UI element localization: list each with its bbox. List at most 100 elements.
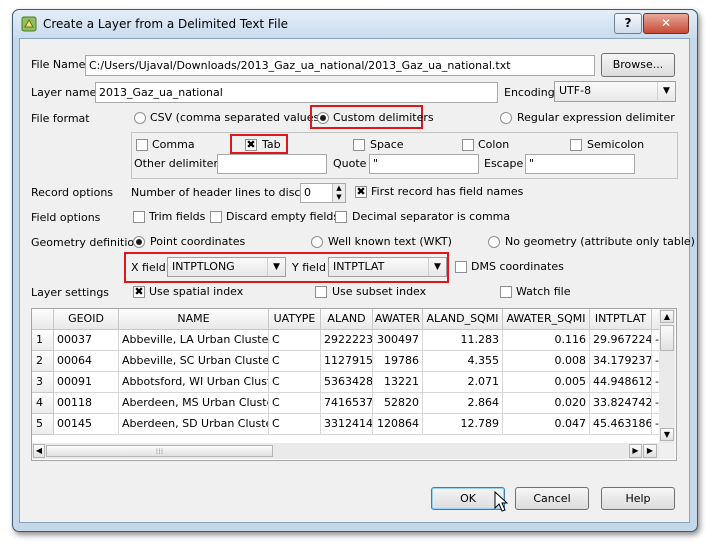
table-cell[interactable]: 4.355 <box>423 351 503 372</box>
table-cell[interactable]: C <box>269 414 321 435</box>
other-delimiters-input[interactable] <box>217 154 327 174</box>
table-cell[interactable]: 5363428 <box>321 372 373 393</box>
column-header[interactable]: ALAND <box>321 309 373 330</box>
table-cell[interactable]: 0.008 <box>503 351 590 372</box>
table-cell[interactable]: 0.020 <box>503 393 590 414</box>
table-cell[interactable]: Aberdeen, SD Urban Cluster <box>119 414 269 435</box>
regex-radio[interactable] <box>500 112 512 124</box>
comma-checkbox[interactable] <box>136 139 148 151</box>
custom-delimiters-radio[interactable] <box>317 112 329 124</box>
table-cell[interactable]: 0.116 <box>503 330 590 351</box>
first-record-checkbox[interactable]: ✖ <box>355 186 367 198</box>
table-cell[interactable]: - <box>652 330 659 351</box>
vertical-scroll-thumb[interactable] <box>660 325 674 351</box>
close-button[interactable]: ✕ <box>643 13 689 34</box>
column-header[interactable]: ALAND_SQMI <box>423 309 503 330</box>
table-cell[interactable]: 11.283 <box>423 330 503 351</box>
point-coordinates-radio[interactable] <box>133 236 145 248</box>
wkt-radio[interactable] <box>311 236 323 248</box>
scroll-down-icon[interactable]: ▼ <box>660 428 674 441</box>
table-cell[interactable]: 11279155 <box>321 351 373 372</box>
table-cell[interactable]: - <box>652 372 659 393</box>
table-cell[interactable]: 44.948612 <box>590 372 652 393</box>
table-cell[interactable]: 120864 <box>373 414 423 435</box>
table-cell[interactable]: 2.071 <box>423 372 503 393</box>
encoding-select[interactable]: UTF-8 ▼ <box>554 81 676 102</box>
trim-fields-checkbox[interactable] <box>133 211 145 223</box>
table-cell[interactable]: Aberdeen, MS Urban Cluster <box>119 393 269 414</box>
column-header[interactable]: AWATER <box>373 309 423 330</box>
table-cell[interactable]: 12.789 <box>423 414 503 435</box>
table-cell[interactable]: 45.463186 <box>590 414 652 435</box>
scroll-left-icon[interactable]: ◀ <box>33 444 45 458</box>
table-cell[interactable]: 33124147 <box>321 414 373 435</box>
title-bar[interactable]: Create a Layer from a Delimited Text Fil… <box>13 10 697 38</box>
table-cell[interactable]: 33.824742 <box>590 393 652 414</box>
table-cell[interactable]: 00091 <box>54 372 119 393</box>
table-cell[interactable]: - <box>652 414 659 435</box>
table-cell[interactable]: - <box>652 393 659 414</box>
cancel-button[interactable]: Cancel <box>515 487 589 510</box>
layer-name-input[interactable]: 2013_Gaz_ua_national <box>95 82 498 103</box>
table-cell[interactable]: 34.179237 <box>590 351 652 372</box>
horizontal-scroll-thumb[interactable]: ⁞⁞⁞ <box>46 445 273 457</box>
table-cell[interactable]: Abbeville, SC Urban Cluster <box>119 351 269 372</box>
table-cell[interactable]: 29.967224 <box>590 330 652 351</box>
help-button[interactable]: Help <box>601 487 675 510</box>
dms-checkbox[interactable] <box>455 261 467 273</box>
escape-input[interactable]: " <box>525 154 635 174</box>
spin-down-icon[interactable]: ▼ <box>332 193 345 202</box>
spatial-index-checkbox[interactable]: ✖ <box>133 286 145 298</box>
column-header[interactable]: NAME <box>119 309 269 330</box>
column-header[interactable]: - <box>652 309 659 330</box>
table-cell[interactable]: 7416537 <box>321 393 373 414</box>
scroll-right-end-icon[interactable]: ▶ <box>643 444 657 458</box>
watch-file-checkbox[interactable] <box>500 286 512 298</box>
table-cell[interactable]: C <box>269 393 321 414</box>
scroll-right-icon[interactable]: ▶ <box>629 444 642 458</box>
tab-checkbox[interactable]: ✖ <box>245 139 257 151</box>
y-field-select[interactable]: INTPTLAT ▼ <box>328 257 447 277</box>
no-geometry-radio[interactable] <box>488 236 500 248</box>
column-header[interactable]: INTPTLAT <box>590 309 652 330</box>
subset-index-checkbox[interactable] <box>315 286 327 298</box>
csv-radio[interactable] <box>134 112 146 124</box>
table-cell[interactable]: C <box>269 330 321 351</box>
table-corner[interactable] <box>32 309 54 330</box>
table-cell[interactable]: 00064 <box>54 351 119 372</box>
table-cell[interactable]: 0.047 <box>503 414 590 435</box>
header-lines-spinbox[interactable]: 0 ▲ ▼ <box>300 183 346 203</box>
table-cell[interactable]: 2.864 <box>423 393 503 414</box>
decimal-comma-checkbox[interactable] <box>335 211 347 223</box>
discard-empty-checkbox[interactable] <box>210 211 222 223</box>
colon-checkbox[interactable] <box>462 139 474 151</box>
x-field-select[interactable]: INTPTLONG ▼ <box>167 257 286 277</box>
table-cell[interactable]: 0.005 <box>503 372 590 393</box>
table-cell[interactable]: C <box>269 372 321 393</box>
help-title-button[interactable]: ? <box>614 13 642 34</box>
spin-up-icon[interactable]: ▲ <box>332 184 345 193</box>
table-cell[interactable]: Abbotsford, WI Urban Cluster <box>119 372 269 393</box>
table-cell[interactable]: 300497 <box>373 330 423 351</box>
vertical-scrollbar[interactable]: ▲ ▼ <box>659 309 675 443</box>
column-header[interactable]: GEOID <box>54 309 119 330</box>
row-header[interactable]: 1 <box>32 330 54 351</box>
table-cell[interactable]: C <box>269 351 321 372</box>
semicolon-checkbox[interactable] <box>570 139 582 151</box>
table-cell[interactable]: - <box>652 351 659 372</box>
row-header[interactable]: 2 <box>32 351 54 372</box>
horizontal-scrollbar[interactable]: ◀ ⁞⁞⁞ ▶ ▶ <box>32 443 659 459</box>
column-header[interactable]: UATYPE <box>269 309 321 330</box>
row-header[interactable]: 4 <box>32 393 54 414</box>
table-cell[interactable]: 29222236 <box>321 330 373 351</box>
row-header[interactable]: 3 <box>32 372 54 393</box>
space-checkbox[interactable] <box>353 139 365 151</box>
table-cell[interactable]: 52820 <box>373 393 423 414</box>
table-cell[interactable]: 00037 <box>54 330 119 351</box>
table-cell[interactable]: 19786 <box>373 351 423 372</box>
browse-button[interactable]: Browse... <box>601 53 675 77</box>
table-cell[interactable]: 00145 <box>54 414 119 435</box>
quote-input[interactable]: " <box>369 154 479 174</box>
column-header[interactable]: AWATER_SQMI <box>503 309 590 330</box>
table-cell[interactable]: Abbeville, LA Urban Cluster <box>119 330 269 351</box>
